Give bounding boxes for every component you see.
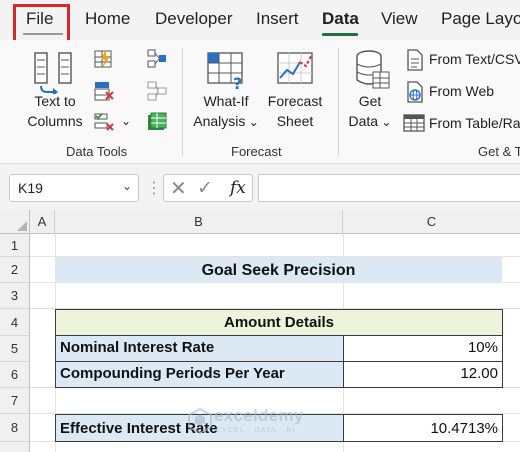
column-header-c[interactable]: C (343, 210, 520, 234)
forecast-sheet-label-2: Sheet (276, 113, 314, 129)
enter-check-icon[interactable]: ✓ (197, 177, 213, 200)
data-validation-icon[interactable] (93, 111, 115, 133)
get-transform-group-label: Get & T (478, 144, 520, 159)
ribbon: Text to Columns ⌄ Data Tools ? What-If A… (0, 40, 520, 164)
forecast-sheet-button[interactable]: Forecast Sheet (262, 91, 328, 131)
row-header-2[interactable]: 2 (0, 257, 30, 283)
row-header-5[interactable]: 5 (0, 336, 30, 362)
table-header-cell[interactable]: Amount Details (55, 309, 503, 336)
tab-data[interactable]: Data (322, 9, 359, 29)
ribbon-tab-bar: File Home Developer Insert Data View Pag… (0, 0, 520, 44)
from-table-range-label: From Table/Ra (429, 115, 520, 131)
text-to-columns-icon (34, 52, 72, 94)
what-if-dropdown-icon: ⌄ (245, 115, 259, 129)
row-header-7[interactable]: 7 (0, 388, 30, 414)
cancel-icon[interactable]: ✕ (170, 176, 187, 201)
from-web-label: From Web (429, 83, 495, 99)
row-header-9[interactable] (0, 442, 30, 452)
from-text-csv-label: From Text/CSV (429, 51, 520, 67)
file-tab-highlight-box (13, 4, 70, 44)
remove-duplicates-icon[interactable] (93, 80, 115, 102)
tab-home[interactable]: Home (85, 9, 130, 29)
column-header-b[interactable]: B (55, 210, 343, 234)
sheet-title-cell[interactable]: Goal Seek Precision (55, 257, 502, 283)
table-icon (403, 114, 425, 132)
what-if-analysis-button[interactable]: What-If Analysis ⌄ (190, 91, 262, 132)
data-tools-group-label: Data Tools (66, 144, 128, 159)
tab-developer[interactable]: Developer (155, 9, 233, 29)
forecast-sheet-icon (277, 52, 313, 84)
manage-data-model-icon[interactable] (146, 111, 168, 133)
watermark-tagline: EXCEL · DATA · BI (216, 427, 296, 434)
active-tab-indicator (322, 33, 358, 36)
forecast-group-label: Forecast (231, 144, 282, 159)
row-header-3[interactable]: 3 (0, 283, 30, 309)
exceldemy-logo-icon (188, 408, 212, 434)
web-page-icon (407, 81, 423, 103)
consolidate-icon[interactable] (146, 48, 168, 70)
formula-controls: ✕ ✓ fx (163, 174, 253, 202)
nominal-rate-value-cell[interactable]: 10% (343, 335, 503, 362)
data-validation-dropdown-icon[interactable]: ⌄ (121, 114, 131, 128)
row-header-4[interactable]: 4 (0, 309, 30, 336)
svg-text:?: ? (233, 74, 242, 90)
relationships-icon[interactable] (146, 80, 168, 102)
database-icon (356, 50, 390, 89)
tab-page-layout[interactable]: Page Layout (441, 9, 520, 29)
tab-view[interactable]: View (381, 9, 418, 29)
text-to-columns-button[interactable]: Text to Columns (27, 91, 83, 131)
name-box-dropdown-icon[interactable]: ⌄ (122, 179, 132, 193)
column-header-a[interactable]: A (30, 210, 55, 234)
formula-bar-resize-handle[interactable]: ⋮ (146, 178, 162, 198)
exceldemy-watermark: exceldemy EXCEL · DATA · BI (188, 406, 328, 440)
row-header-1[interactable]: 1 (0, 234, 30, 257)
what-if-label-1: What-If (203, 93, 249, 109)
group-separator (182, 48, 183, 156)
text-to-columns-label-1: Text to (34, 93, 76, 109)
flash-fill-icon[interactable] (93, 48, 115, 70)
formula-input[interactable] (258, 174, 520, 202)
get-data-label-1: Get (358, 93, 382, 109)
name-box-value: K19 (18, 180, 43, 196)
watermark-name: exceldemy (214, 406, 304, 425)
insert-function-icon[interactable]: fx (230, 178, 246, 198)
what-if-analysis-icon: ? (207, 52, 243, 90)
name-box[interactable]: K19 ⌄ (9, 174, 139, 202)
row-header-8[interactable]: 8 (0, 414, 30, 442)
forecast-sheet-label-1: Forecast (267, 93, 323, 109)
select-all-triangle-icon (17, 221, 27, 231)
select-all-corner[interactable] (0, 210, 30, 234)
tab-insert[interactable]: Insert (256, 9, 299, 29)
effective-rate-value-cell[interactable]: 10.4713% (343, 414, 503, 442)
what-if-label-2: Analysis (193, 113, 246, 129)
group-separator (338, 48, 339, 156)
get-data-button[interactable]: Get Data ⌄ (342, 91, 398, 132)
compounding-periods-label-cell[interactable]: Compounding Periods Per Year (55, 361, 344, 388)
get-data-label-2: Data (348, 113, 379, 129)
formula-bar: K19 ⌄ ⋮ ✕ ✓ fx (0, 164, 520, 210)
nominal-rate-label-cell[interactable]: Nominal Interest Rate (55, 335, 344, 362)
row-header-6[interactable]: 6 (0, 362, 30, 388)
compounding-periods-value-cell[interactable]: 12.00 (343, 361, 503, 388)
text-file-icon (407, 49, 423, 71)
get-data-dropdown-icon: ⌄ (378, 115, 392, 129)
text-to-columns-label-2: Columns (27, 113, 83, 129)
